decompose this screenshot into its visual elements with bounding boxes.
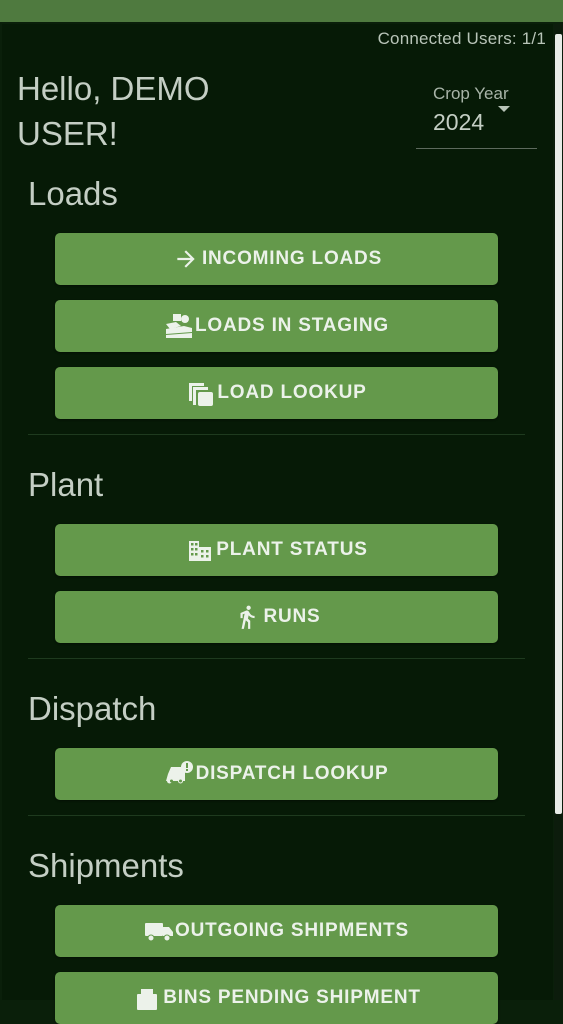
crop-year-label: Crop Year [433,84,509,103]
top-app-bar [0,0,563,22]
library-copy-icon [186,378,216,408]
section-title-plant: Plant [28,466,104,503]
section-divider [28,815,525,816]
running-person-icon [232,602,262,632]
car-alert-icon [165,759,195,789]
plant-status-button[interactable]: PLANT STATUS [55,524,498,576]
section-title-loads: Loads [28,175,118,212]
runs-label: RUNS [263,606,321,627]
section-title-shipments: Shipments [28,847,184,884]
section-divider [28,434,525,435]
incoming-loads-label: INCOMING LOADS [201,248,383,269]
scrollbar[interactable] [554,24,563,1000]
staging-icon [164,311,194,341]
incoming-loads-button[interactable]: INCOMING LOADS [55,233,498,285]
runs-button[interactable]: RUNS [55,591,498,643]
crop-year-select[interactable]: Crop Year 2024 [416,82,537,149]
outgoing-shipments-button[interactable]: OUTGOING SHIPMENTS [55,905,498,957]
scrollbar-thumb[interactable] [555,34,562,814]
load-lookup-label: LOAD LOOKUP [217,382,367,403]
loads-in-staging-label: LOADS IN STAGING [194,315,389,336]
loads-in-staging-button[interactable]: LOADS IN STAGING [55,300,498,352]
arrow-right-icon [171,244,201,274]
bins-pending-shipment-label: BINS PENDING SHIPMENT [163,987,421,1008]
greeting-heading: Hello, DEMO USER! [17,70,210,152]
building-icon [185,535,215,565]
dropdown-arrow-icon [498,106,510,112]
bins-pending-shipment-button[interactable]: BINS PENDING SHIPMENT [55,972,498,1024]
section-title-dispatch: Dispatch [28,690,157,727]
section-divider [28,658,525,659]
crop-year-value: 2024 [433,109,485,135]
plant-status-label: PLANT STATUS [216,539,368,560]
truck-icon [144,916,174,946]
outgoing-shipments-label: OUTGOING SHIPMENTS [175,920,409,941]
bins-icon [132,983,162,1013]
dispatch-lookup-button[interactable]: DISPATCH LOOKUP [55,748,498,800]
connected-users-status: Connected Users: 1/1 [377,29,546,48]
load-lookup-button[interactable]: LOAD LOOKUP [55,367,498,419]
dispatch-lookup-label: DISPATCH LOOKUP [195,763,389,784]
